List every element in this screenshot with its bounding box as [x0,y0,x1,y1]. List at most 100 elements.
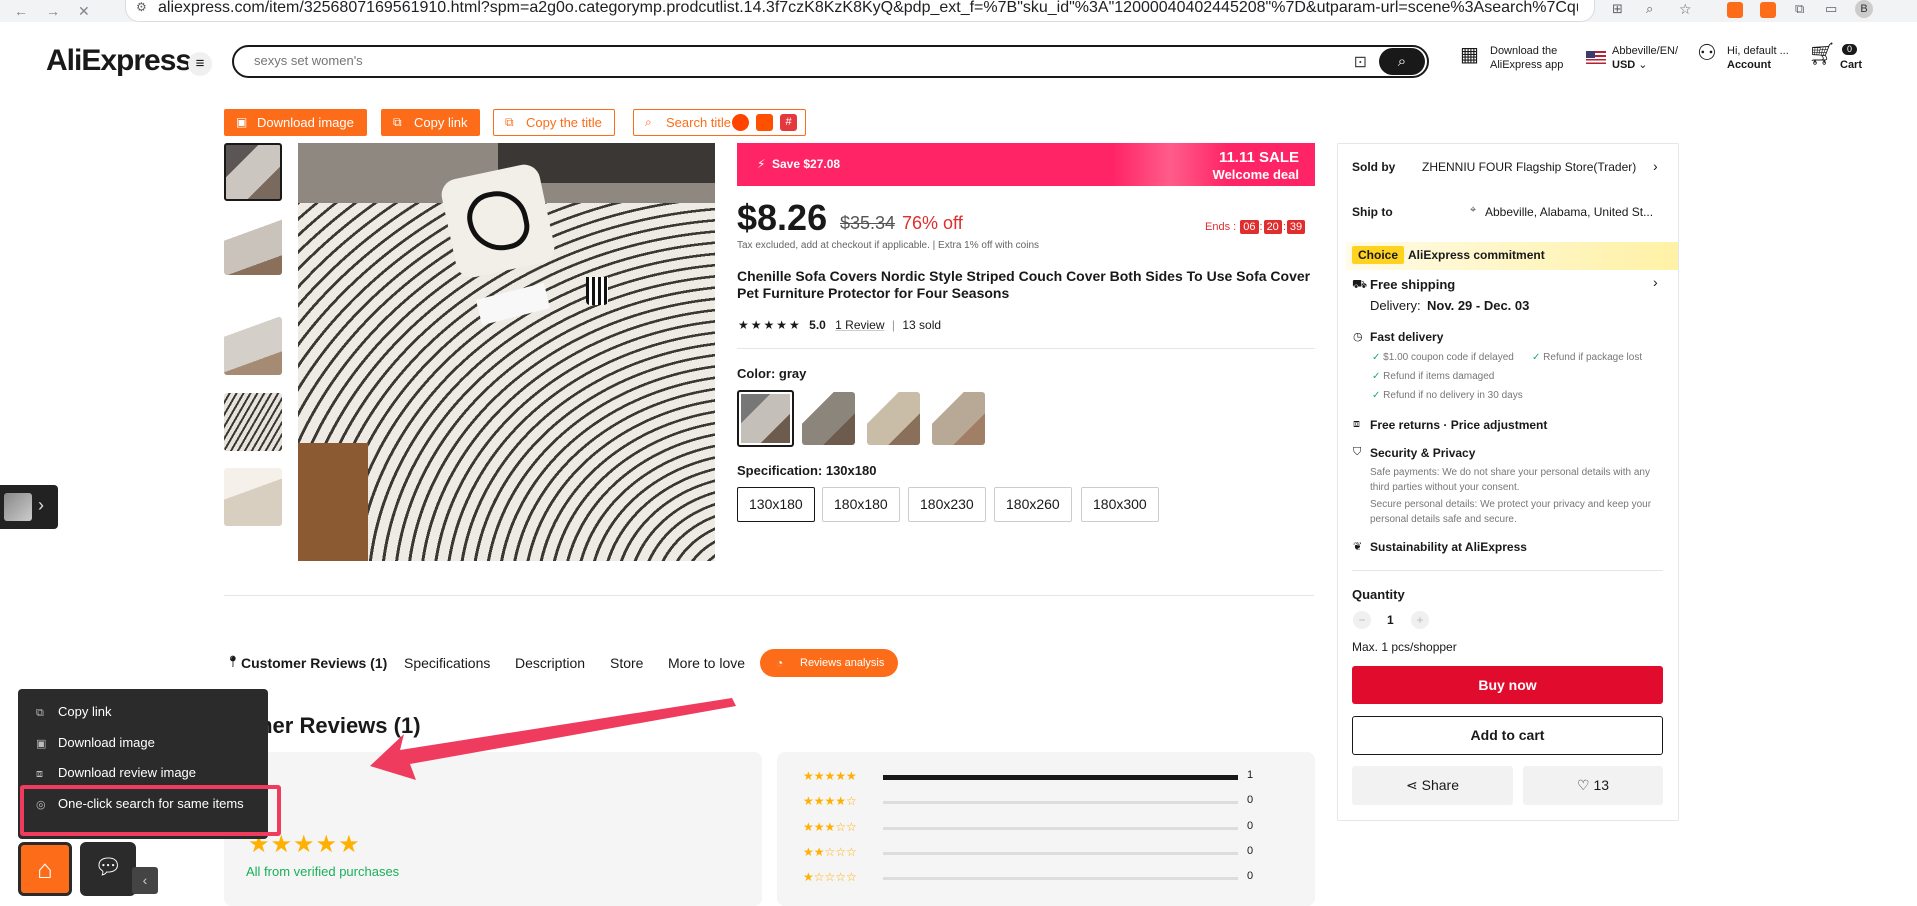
tab-specifications[interactable]: Specifications [404,655,490,671]
gallery-thumbnail[interactable] [224,317,282,375]
chat-button[interactable]: 💬︎ [80,842,136,896]
site-info-icon[interactable]: ⚙ [136,0,147,14]
download-image-button[interactable]: ▣ Download image [224,109,367,136]
color-swatch[interactable] [802,392,855,445]
wishlist-count: 13 [1593,777,1610,793]
divider [737,348,1315,349]
zoom-icon[interactable]: ⌕ [1646,1,1662,17]
review-image-icon: ⧈ [36,768,43,780]
search-button[interactable]: ⌕ [1379,48,1425,75]
bookmark-star-icon[interactable]: ☆ [1679,1,1695,17]
qr-code-icon: ▦ [1460,44,1479,66]
bolt-icon: ⚡ [757,157,766,171]
color-label: Color: gray [737,366,807,381]
product-main-image[interactable] [298,143,715,561]
share-button[interactable]: ⋖ Share [1352,766,1513,805]
search-title-button[interactable]: ⌕ Search title # [633,109,807,136]
review-count-link[interactable]: 1 Review [835,318,884,332]
store-link[interactable]: ZHENNIU FOUR Flagship Store(Trader) [1422,160,1636,174]
category-menu-icon[interactable]: ≡ [188,52,212,76]
gallery-thumbnail[interactable] [224,468,282,526]
home-icon: ⌂ [37,854,53,884]
url-text: aliexpress.com/item/3256807169561910.htm… [158,0,1578,16]
specification-label: Specification: 130x180 [737,463,877,478]
chevron-right-icon: › [38,495,44,515]
clock-icon: ◷ [1353,331,1363,343]
wishlist-button[interactable]: ♡ 13 [1523,766,1663,805]
floating-image-tab[interactable]: › [0,485,58,529]
return-box-icon: ⧈ [1353,418,1360,430]
search-input[interactable] [254,53,1354,68]
fast-delivery-label: Fast delivery [1370,330,1444,344]
check-icon: ✓ [1532,352,1541,363]
spec-option[interactable]: 180x230 [908,487,986,522]
gallery-thumbnail[interactable] [224,217,282,275]
leaf-icon: ❦ [1353,541,1363,553]
menu-item-download-review-image[interactable]: ⧈ Download review image [36,765,196,781]
copy-link-button[interactable]: ⧉ Copy link [381,109,481,136]
spec-option[interactable]: 180x300 [1081,487,1159,522]
home-button[interactable]: ⌂ [18,842,72,896]
app-line1: Download the [1490,45,1558,57]
image-icon: ▣ [236,115,248,129]
search-icon: ⌕ [645,115,652,129]
side-panel-icon[interactable]: ▭ [1825,1,1841,17]
image-search-icon[interactable]: ⊡ [1354,52,1367,72]
delivery-label: Delivery: [1370,298,1421,313]
quantity-increase-button[interactable]: + [1411,611,1429,629]
star-row-3: ★★★☆☆ [803,820,857,834]
spec-option[interactable]: 180x260 [994,487,1072,522]
color-swatch[interactable] [932,392,985,445]
1688-icon[interactable] [756,114,774,131]
profile-avatar[interactable]: B [1855,0,1873,18]
rating-bar-1 [883,877,1238,880]
buy-now-button[interactable]: Buy now [1352,666,1663,704]
chevron-right-icon[interactable]: › [1653,274,1658,290]
back-icon[interactable]: ← [14,3,28,19]
color-swatch[interactable] [867,392,920,445]
add-to-cart-button[interactable]: Add to cart [1352,716,1663,755]
max-per-shopper-note: Max. 1 pcs/shopper [1352,640,1457,654]
app-line2: AliExpress app [1490,59,1564,71]
stop-loading-icon[interactable]: ✕ [78,3,90,20]
delivery-dates: Nov. 29 - Dec. 03 [1427,298,1530,313]
menu-item-download-image[interactable]: ▣ Download image [36,735,155,750]
copy-link-label: Copy link [414,115,468,130]
extensions-puzzle-icon[interactable]: ⧉ [1795,1,1811,17]
ship-to-location[interactable]: Abbeville, Alabama, United St... [1485,205,1653,219]
tab-more-to-love[interactable]: More to love [668,655,745,671]
address-bar[interactable]: ⚙ aliexpress.com/item/3256807169561910.h… [125,0,1595,22]
gallery-thumbnail[interactable] [224,143,282,201]
spec-option[interactable]: 180x180 [822,487,900,522]
image-icon: ▣ [36,738,47,750]
copy-title-button[interactable]: ⧉ Copy the title [493,109,615,136]
color-swatch-gray[interactable] [737,390,794,447]
original-price: $35.34 [840,213,896,233]
reviews-analysis-button[interactable]: ◔ Reviews analysis [760,649,899,677]
product-title: Chenille Sofa Covers Nordic Style Stripe… [737,268,1311,301]
extension-icon-2[interactable] [1760,2,1776,18]
gallery-thumbnail[interactable] [224,393,282,451]
rating-bar-fill [883,775,1238,780]
copy-title-label: Copy the title [526,115,602,130]
aliexpress-logo[interactable]: AliExpress [46,44,192,78]
chevron-down-icon: ⌄ [1638,59,1648,71]
forward-icon[interactable]: → [46,3,60,19]
taobao-icon[interactable] [732,114,750,131]
tab-customer-reviews[interactable]: Customer Reviews (1) [241,655,387,671]
download-image-label: Download image [257,115,354,130]
hashtag-icon[interactable]: # [780,114,798,131]
tab-store[interactable]: Store [610,655,643,671]
translate-icon[interactable]: ⊞ [1612,1,1628,17]
tab-description[interactable]: Description [515,655,585,671]
quantity-value[interactable]: 1 [1387,613,1394,627]
extension-icon[interactable] [1727,2,1743,18]
collapse-button[interactable]: ‹ [132,867,158,894]
quantity-decrease-button[interactable]: − [1353,611,1371,629]
menu-item-copy-link[interactable]: ⧉ Copy link [36,704,111,720]
search-title-label: Search title [666,115,732,130]
browser-toolbar: ← → ✕ ⚙ aliexpress.com/item/325680716956… [0,0,1917,22]
countdown-seconds: 39 [1286,220,1306,234]
spec-option[interactable]: 130x180 [737,487,815,522]
gallery-thumbnail[interactable] [224,540,282,562]
